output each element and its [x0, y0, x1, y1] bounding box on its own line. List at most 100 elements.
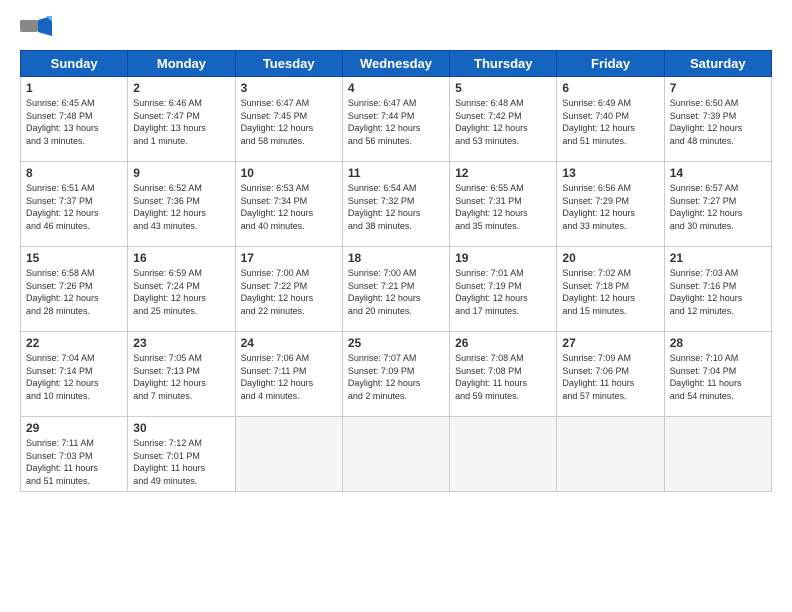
cal-cell-empty [342, 417, 449, 492]
day-number: 6 [562, 81, 658, 95]
day-number: 30 [133, 421, 229, 435]
cal-cell-27: 27 Sunrise: 7:09 AM Sunset: 7:06 PM Dayli… [557, 332, 664, 417]
cal-cell-5: 5 Sunrise: 6:48 AM Sunset: 7:42 PM Daylig… [450, 77, 557, 162]
logo-icon [20, 16, 52, 40]
day-number: 11 [348, 166, 444, 180]
cal-cell-11: 11Sunrise: 6:54 AM Sunset: 7:32 PM Dayli… [342, 162, 449, 247]
cell-info: Sunrise: 6:59 AM Sunset: 7:24 PM Dayligh… [133, 267, 229, 317]
cal-cell-3: 3 Sunrise: 6:47 AM Sunset: 7:45 PM Daylig… [235, 77, 342, 162]
cell-info: Sunrise: 6:56 AM Sunset: 7:29 PM Dayligh… [562, 182, 658, 232]
cell-info: Sunrise: 7:06 AM Sunset: 7:11 PM Dayligh… [241, 352, 337, 402]
cal-cell-7: 7 Sunrise: 6:50 AM Sunset: 7:39 PM Daylig… [664, 77, 771, 162]
cal-cell-21: 21 Sunrise: 7:03 AM Sunset: 7:16 PM Dayli… [664, 247, 771, 332]
day-number: 16 [133, 251, 229, 265]
cal-cell-8: 8 Sunrise: 6:51 AM Sunset: 7:37 PM Daylig… [21, 162, 128, 247]
cal-cell-1: 1 Sunrise: 6:45 AM Sunset: 7:48 PM Daylig… [21, 77, 128, 162]
cal-cell-18: 18 Sunrise: 7:00 AM Sunset: 7:21 PM Dayli… [342, 247, 449, 332]
day-number: 15 [26, 251, 122, 265]
day-number: 19 [455, 251, 551, 265]
cell-info: Sunrise: 6:51 AM Sunset: 7:37 PM Dayligh… [26, 182, 122, 232]
day-number: 26 [455, 336, 551, 350]
cell-info: Sunrise: 6:49 AM Sunset: 7:40 PM Dayligh… [562, 97, 658, 147]
cal-cell-12: 12 Sunrise: 6:55 AM Sunset: 7:31 PM Dayli… [450, 162, 557, 247]
day-number: 27 [562, 336, 658, 350]
day-number: 21 [670, 251, 766, 265]
cell-info: Sunrise: 7:10 AM Sunset: 7:04 PM Dayligh… [670, 352, 766, 402]
cell-info: Sunrise: 6:50 AM Sunset: 7:39 PM Dayligh… [670, 97, 766, 147]
day-header-sunday: Sunday [21, 51, 128, 77]
cell-info: Sunrise: 6:45 AM Sunset: 7:48 PM Dayligh… [26, 97, 122, 147]
day-header-thursday: Thursday [450, 51, 557, 77]
day-number: 14 [670, 166, 766, 180]
cell-info: Sunrise: 7:12 AM Sunset: 7:01 PM Dayligh… [133, 437, 229, 487]
day-number: 9 [133, 166, 229, 180]
cal-cell-9: 9 Sunrise: 6:52 AM Sunset: 7:36 PM Daylig… [128, 162, 235, 247]
day-number: 23 [133, 336, 229, 350]
cal-cell-16: 16 Sunrise: 6:59 AM Sunset: 7:24 PM Dayli… [128, 247, 235, 332]
cell-info: Sunrise: 7:07 AM Sunset: 7:09 PM Dayligh… [348, 352, 444, 402]
day-number: 13 [562, 166, 658, 180]
day-number: 28 [670, 336, 766, 350]
header [20, 16, 772, 40]
cal-cell-29: 29 Sunrise: 7:11 AM Sunset: 7:03 PM Dayli… [21, 417, 128, 492]
cell-info: Sunrise: 6:57 AM Sunset: 7:27 PM Dayligh… [670, 182, 766, 232]
cal-cell-30: 30 Sunrise: 7:12 AM Sunset: 7:01 PM Dayli… [128, 417, 235, 492]
cal-cell-26: 26 Sunrise: 7:08 AM Sunset: 7:08 PM Dayli… [450, 332, 557, 417]
day-number: 12 [455, 166, 551, 180]
cal-cell-20: 20 Sunrise: 7:02 AM Sunset: 7:18 PM Dayli… [557, 247, 664, 332]
day-number: 29 [26, 421, 122, 435]
day-header-friday: Friday [557, 51, 664, 77]
cell-info: Sunrise: 7:00 AM Sunset: 7:21 PM Dayligh… [348, 267, 444, 317]
cal-cell-2: 2Sunrise: 6:46 AM Sunset: 7:47 PM Daylig… [128, 77, 235, 162]
day-number: 4 [348, 81, 444, 95]
cal-cell-empty [235, 417, 342, 492]
cal-cell-4: 4 Sunrise: 6:47 AM Sunset: 7:44 PM Daylig… [342, 77, 449, 162]
cell-info: Sunrise: 7:01 AM Sunset: 7:19 PM Dayligh… [455, 267, 551, 317]
calendar-table: SundayMondayTuesdayWednesdayThursdayFrid… [20, 50, 772, 492]
cal-cell-6: 6 Sunrise: 6:49 AM Sunset: 7:40 PM Daylig… [557, 77, 664, 162]
cell-info: Sunrise: 6:53 AM Sunset: 7:34 PM Dayligh… [241, 182, 337, 232]
day-number: 8 [26, 166, 122, 180]
cell-info: Sunrise: 6:48 AM Sunset: 7:42 PM Dayligh… [455, 97, 551, 147]
cal-cell-14: 14 Sunrise: 6:57 AM Sunset: 7:27 PM Dayli… [664, 162, 771, 247]
cal-cell-10: 10Sunrise: 6:53 AM Sunset: 7:34 PM Dayli… [235, 162, 342, 247]
cell-info: Sunrise: 7:04 AM Sunset: 7:14 PM Dayligh… [26, 352, 122, 402]
cal-cell-15: 15 Sunrise: 6:58 AM Sunset: 7:26 PM Dayli… [21, 247, 128, 332]
day-number: 5 [455, 81, 551, 95]
cell-info: Sunrise: 6:55 AM Sunset: 7:31 PM Dayligh… [455, 182, 551, 232]
cal-cell-19: 19 Sunrise: 7:01 AM Sunset: 7:19 PM Dayli… [450, 247, 557, 332]
day-number: 1 [26, 81, 122, 95]
day-number: 7 [670, 81, 766, 95]
cal-cell-empty [450, 417, 557, 492]
cal-cell-25: 25Sunrise: 7:07 AM Sunset: 7:09 PM Dayli… [342, 332, 449, 417]
cell-info: Sunrise: 7:02 AM Sunset: 7:18 PM Dayligh… [562, 267, 658, 317]
cal-cell-empty [664, 417, 771, 492]
day-header-saturday: Saturday [664, 51, 771, 77]
cal-cell-empty [557, 417, 664, 492]
day-header-tuesday: Tuesday [235, 51, 342, 77]
cell-info: Sunrise: 7:03 AM Sunset: 7:16 PM Dayligh… [670, 267, 766, 317]
cal-cell-22: 22Sunrise: 7:04 AM Sunset: 7:14 PM Dayli… [21, 332, 128, 417]
cell-info: Sunrise: 7:00 AM Sunset: 7:22 PM Dayligh… [241, 267, 337, 317]
cal-cell-24: 24Sunrise: 7:06 AM Sunset: 7:11 PM Dayli… [235, 332, 342, 417]
day-number: 18 [348, 251, 444, 265]
cell-info: Sunrise: 6:47 AM Sunset: 7:44 PM Dayligh… [348, 97, 444, 147]
day-number: 2 [133, 81, 229, 95]
cell-info: Sunrise: 7:09 AM Sunset: 7:06 PM Dayligh… [562, 352, 658, 402]
cell-info: Sunrise: 6:47 AM Sunset: 7:45 PM Dayligh… [241, 97, 337, 147]
cal-cell-13: 13 Sunrise: 6:56 AM Sunset: 7:29 PM Dayli… [557, 162, 664, 247]
cell-info: Sunrise: 6:58 AM Sunset: 7:26 PM Dayligh… [26, 267, 122, 317]
cell-info: Sunrise: 6:52 AM Sunset: 7:36 PM Dayligh… [133, 182, 229, 232]
cal-cell-23: 23 Sunrise: 7:05 AM Sunset: 7:13 PM Dayli… [128, 332, 235, 417]
logo [20, 16, 56, 40]
cell-info: Sunrise: 7:11 AM Sunset: 7:03 PM Dayligh… [26, 437, 122, 487]
cell-info: Sunrise: 7:08 AM Sunset: 7:08 PM Dayligh… [455, 352, 551, 402]
cal-cell-28: 28 Sunrise: 7:10 AM Sunset: 7:04 PM Dayli… [664, 332, 771, 417]
calendar-page: SundayMondayTuesdayWednesdayThursdayFrid… [0, 0, 792, 612]
day-number: 3 [241, 81, 337, 95]
cell-info: Sunrise: 7:05 AM Sunset: 7:13 PM Dayligh… [133, 352, 229, 402]
cal-cell-17: 17 Sunrise: 7:00 AM Sunset: 7:22 PM Dayli… [235, 247, 342, 332]
day-number: 17 [241, 251, 337, 265]
day-number: 20 [562, 251, 658, 265]
day-header-wednesday: Wednesday [342, 51, 449, 77]
